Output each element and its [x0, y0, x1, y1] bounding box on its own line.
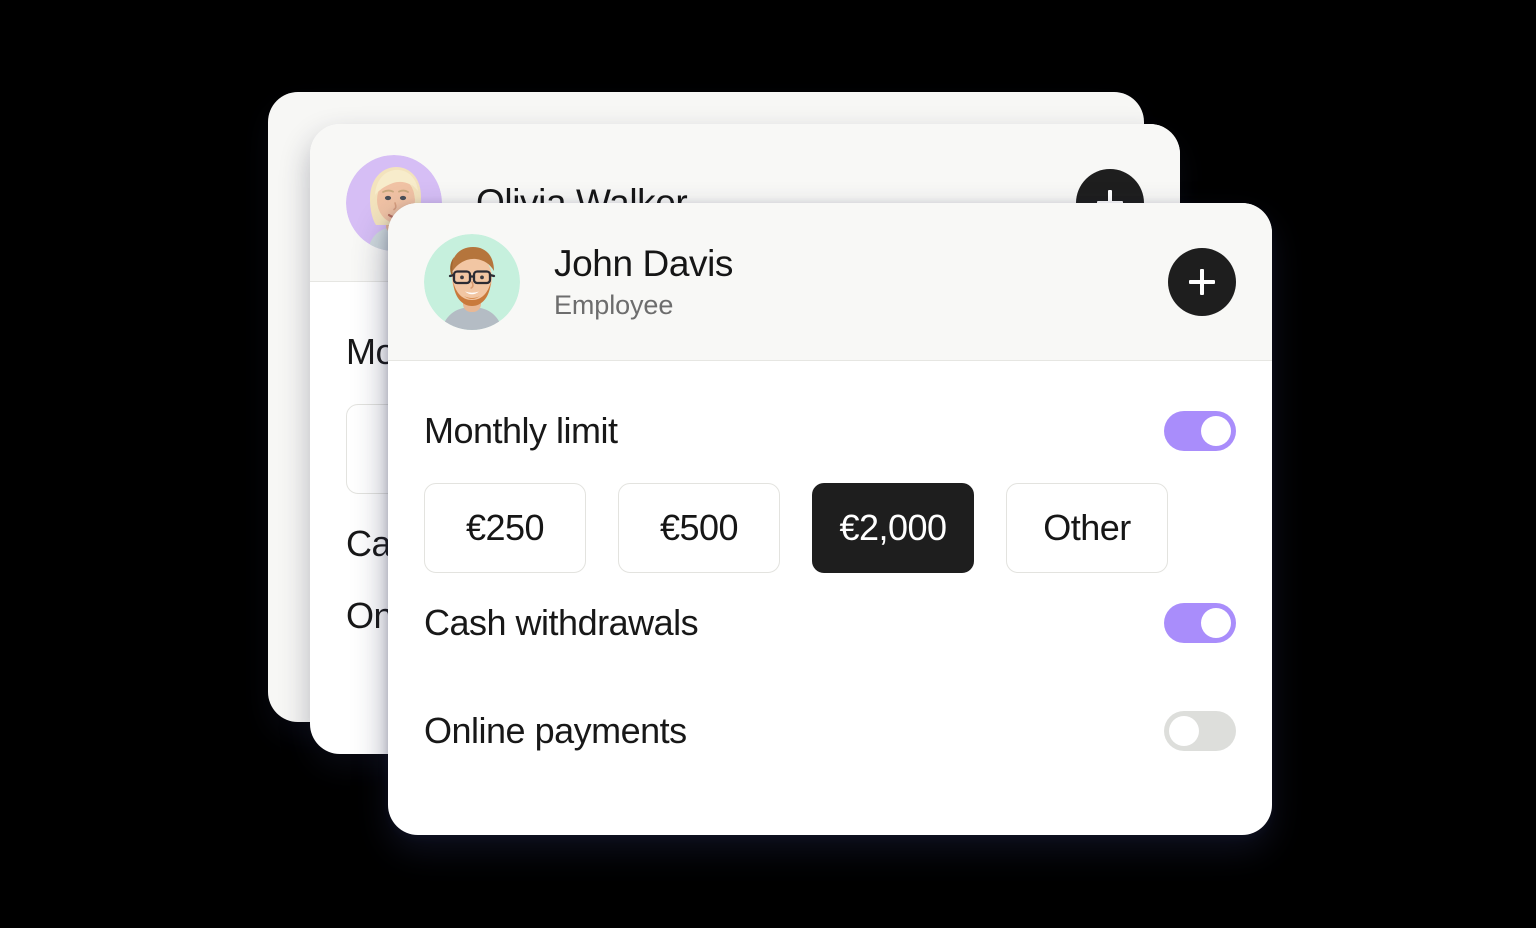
- setting-label-cash-withdrawals: Cash withdrawals: [424, 602, 699, 643]
- card-header: John Davis Employee: [388, 203, 1272, 361]
- amount-options-group: €250 €500 €2,000 Other: [424, 483, 1236, 573]
- portrait-john-davis-icon: [424, 233, 520, 330]
- card-john-davis[interactable]: John Davis Employee Monthly limit €250 €…: [388, 203, 1272, 835]
- setting-label-online-payments: Online payments: [424, 710, 687, 751]
- person-name: John Davis: [554, 242, 734, 284]
- amount-chip-250[interactable]: €250: [424, 483, 586, 573]
- amount-chip-other[interactable]: Other: [1006, 483, 1168, 573]
- toggle-online-payments[interactable]: [1164, 711, 1236, 751]
- add-card-button[interactable]: [1168, 247, 1236, 316]
- toggle-knob: [1169, 716, 1199, 746]
- amount-chip-2000[interactable]: €2,000: [812, 483, 974, 573]
- card-body: Monthly limit €250 €500 €2,000 Other Cas…: [388, 361, 1272, 767]
- setting-row-cash-withdrawals: Cash withdrawals: [424, 587, 1236, 659]
- toggle-monthly-limit[interactable]: [1164, 411, 1236, 451]
- screenshot-stage: Olivia Walker Monthly limit € Cash withd…: [0, 0, 1536, 928]
- setting-row-monthly-limit: Monthly limit: [424, 395, 1236, 467]
- toggle-knob: [1201, 608, 1231, 638]
- setting-label-monthly-limit: Monthly limit: [424, 410, 618, 451]
- toggle-knob: [1201, 416, 1231, 446]
- person-role: Employee: [554, 289, 674, 320]
- setting-row-online-payments: Online payments: [424, 695, 1236, 767]
- identity-block: John Davis Employee: [554, 242, 733, 322]
- toggle-cash-withdrawals[interactable]: [1164, 603, 1236, 643]
- amount-chip-500[interactable]: €500: [618, 483, 780, 573]
- plus-icon: [1200, 268, 1204, 295]
- avatar: [424, 233, 520, 330]
